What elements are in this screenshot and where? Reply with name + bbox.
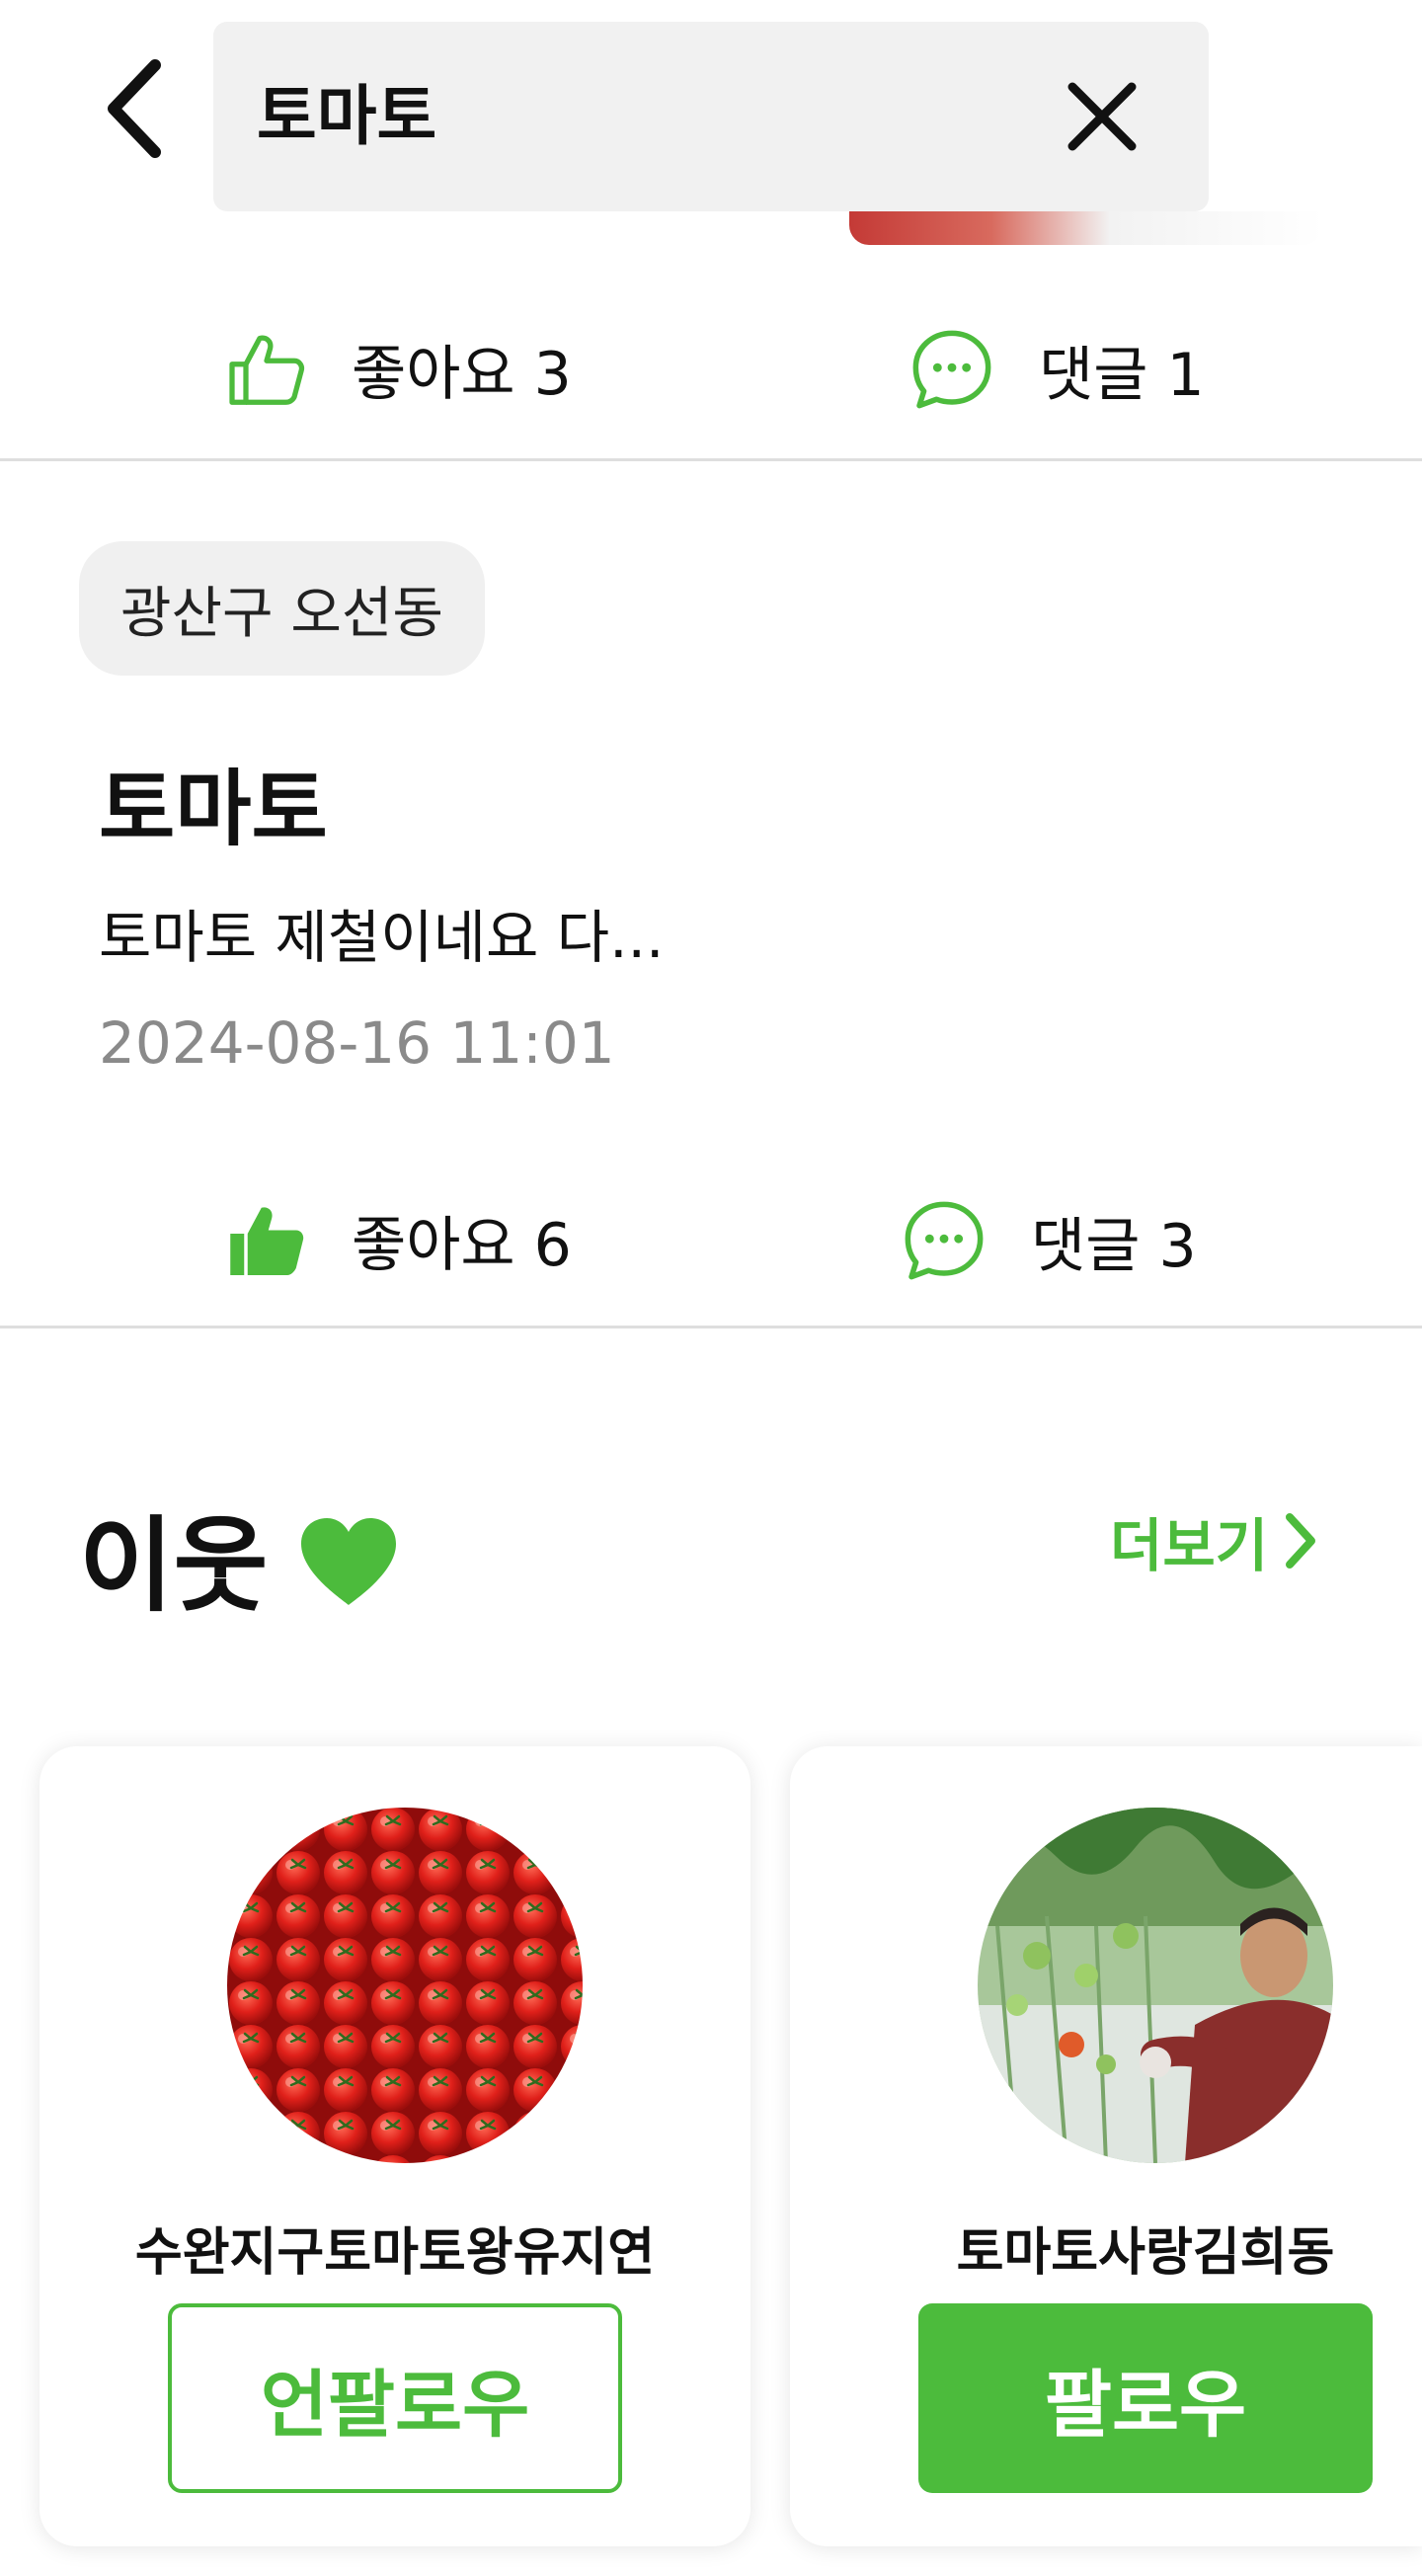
comment-count: 댓글 3: [1031, 1211, 1197, 1281]
neighbor-card[interactable]: 토마토사랑김희동 팔로우: [790, 1746, 1422, 2546]
thumbs-up-outline-icon: [229, 335, 305, 405]
avatar-image: [978, 1808, 1333, 2163]
comment-count: 댓글 1: [1039, 340, 1205, 410]
heart-icon: [301, 1517, 397, 1605]
section-title: 이웃: [79, 1482, 400, 1631]
chevron-right-icon: [1286, 1513, 1316, 1569]
comment-button[interactable]: 댓글 3: [901, 1197, 1197, 1284]
chevron-left-icon: [108, 59, 161, 158]
follow-button-label: 팔로우: [1044, 2362, 1247, 2448]
location-chip: 광산구 오선동: [79, 541, 485, 676]
neighbor-name: 수완지구토마토왕유지연: [134, 2223, 656, 2283]
post-preview[interactable]: 토마토 제철이네요 다...: [99, 891, 664, 974]
divider: [0, 458, 1422, 461]
chat-bubble-icon: [912, 330, 991, 409]
like-count: 좋아요 3: [352, 340, 572, 409]
avatar-image: [227, 1808, 583, 2163]
clear-search-button[interactable]: [1065, 79, 1140, 154]
unfollow-button-label: 언팔로우: [260, 2362, 530, 2448]
divider: [0, 1326, 1422, 1328]
post-title[interactable]: 토마토: [99, 743, 328, 862]
post-date: 2024-08-16 11:01: [99, 1009, 615, 1077]
follow-button[interactable]: 팔로우: [918, 2303, 1373, 2493]
like-count: 좋아요 6: [352, 1211, 572, 1280]
avatar: [978, 1808, 1333, 2163]
back-button[interactable]: [89, 49, 178, 168]
thumbs-up-filled-icon: [230, 1206, 304, 1275]
avatar: [227, 1808, 583, 2163]
neighbor-name: 토마토사랑김희동: [956, 2223, 1335, 2283]
search-input[interactable]: 토마토: [257, 22, 436, 211]
location-label: 광산구 오선동: [120, 581, 443, 646]
neighbor-card[interactable]: 수완지구토마토왕유지연 언팔로우: [40, 1746, 750, 2546]
like-button[interactable]: 좋아요 6: [225, 1197, 572, 1283]
like-button[interactable]: 좋아요 3: [225, 326, 572, 412]
search-field[interactable]: 토마토: [213, 22, 1209, 211]
comment-button[interactable]: 댓글 1: [908, 326, 1205, 413]
chat-bubble-icon: [905, 1201, 984, 1280]
more-label: 더보기: [1110, 1512, 1269, 1579]
more-link[interactable]: 더보기: [1110, 1499, 1317, 1582]
close-icon: [1067, 82, 1137, 151]
unfollow-button[interactable]: 언팔로우: [168, 2303, 622, 2493]
previous-post-image: [849, 211, 1323, 245]
section-title-text: 이웃: [79, 1505, 269, 1626]
